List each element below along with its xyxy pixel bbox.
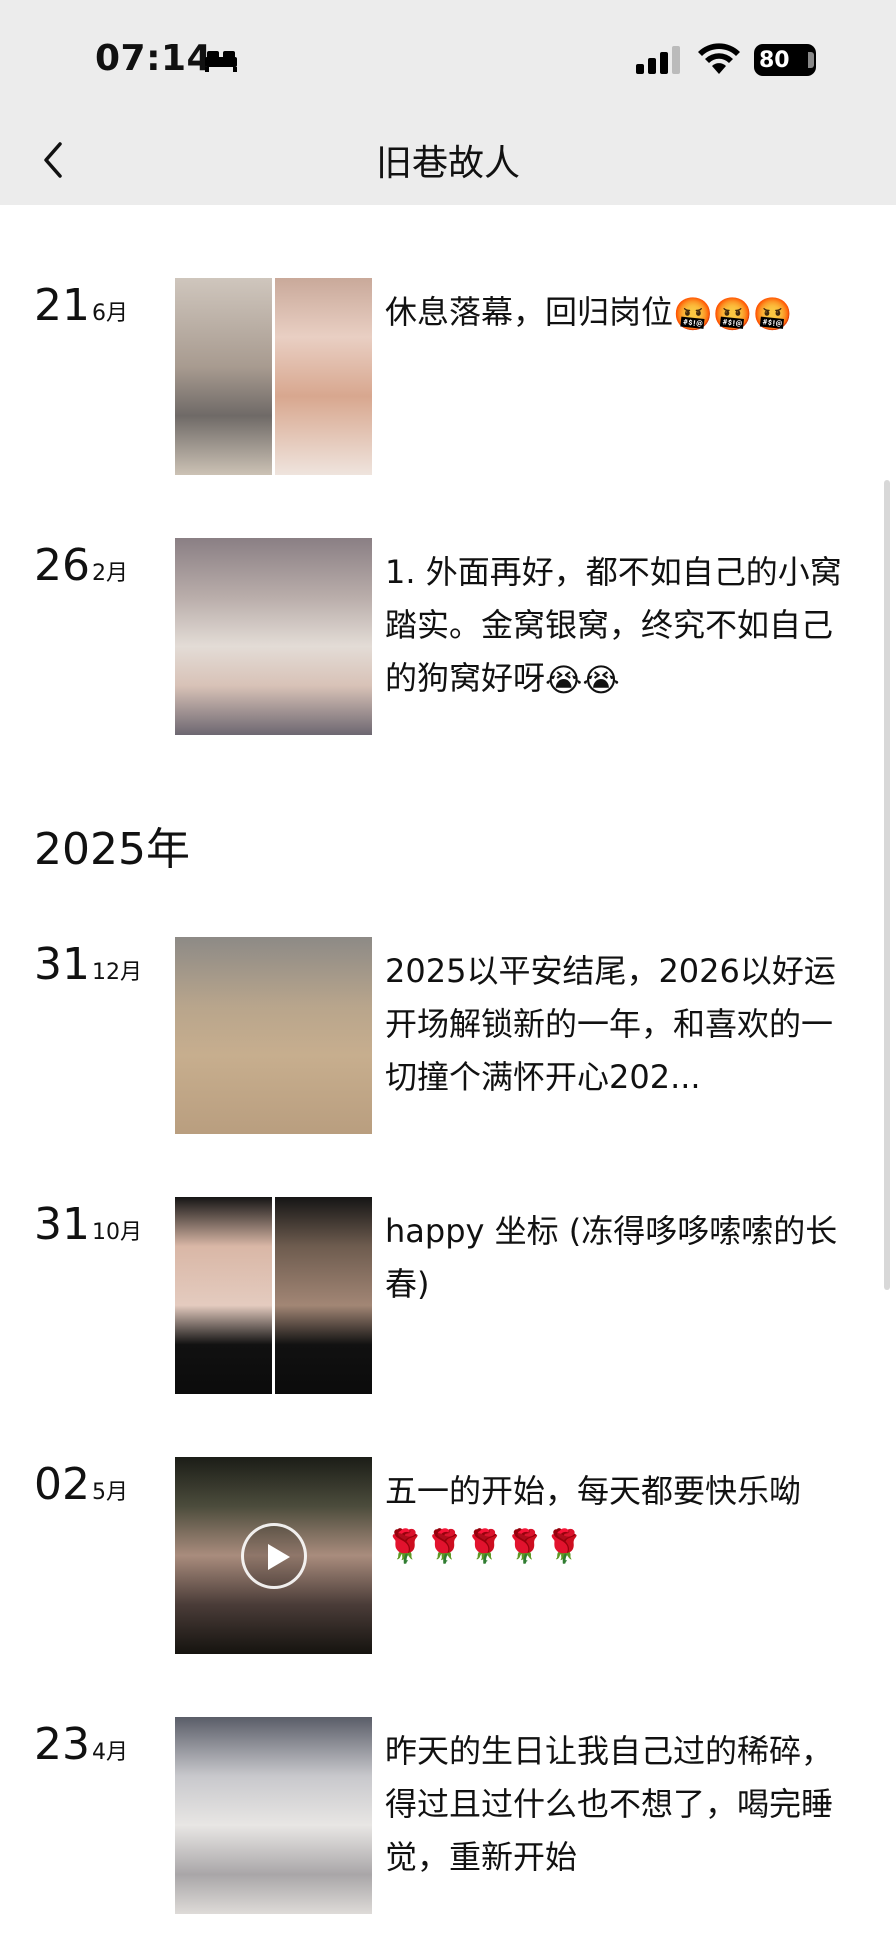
post-item[interactable]: 234月 昨天的生日让我自己过的稀碎，得过且过什么也不想了，喝完睡觉，重新开始 [0,1717,896,1917]
post-month: 12月 [92,960,142,985]
battery-level: 80 [759,47,790,73]
post-day: 31 [34,1199,90,1250]
post-day: 26 [34,540,90,591]
play-icon[interactable] [241,1523,307,1589]
status-time: 07:14 [95,38,213,79]
signal-icon [636,46,680,74]
post-text-content: 昨天的生日让我自己过的稀碎，得过且过什么也不想了，喝完睡觉，重新开始 [385,1732,834,1876]
post-month: 10月 [92,1220,142,1245]
post-text-content: happy 坐标 (冻得哆哆嗦嗦的长春) [385,1212,838,1303]
post-item[interactable]: 025月 五一的开始，每天都要快乐呦 🌹🌹🌹🌹🌹 [0,1457,896,1657]
post-month: 4月 [92,1740,128,1765]
post-text: 昨天的生日让我自己过的稀碎，得过且过什么也不想了，喝完睡觉，重新开始 [385,1725,845,1884]
post-date: 262月 [34,540,128,591]
post-date: 3112月 [34,939,142,990]
battery-tip [808,52,814,68]
post-text: 1. 外面再好，都不如自己的小窝踏实。金窝银窝，终究不如自己的狗窝好呀😭😭 [385,546,845,707]
post-item[interactable]: 262月 1. 外面再好，都不如自己的小窝踏实。金窝银窝，终究不如自己的狗窝好呀… [0,538,896,738]
post-thumbnail[interactable] [175,937,372,1134]
post-date: 025月 [34,1459,128,1510]
post-thumbnail[interactable] [175,1717,372,1914]
page-title: 旧巷故人 [375,143,520,184]
emoji-group: 😭😭 [545,660,620,699]
year-heading: 2025年 [34,824,190,875]
emoji-group: 🤬🤬🤬 [673,294,793,333]
post-date: 3110月 [34,1199,142,1250]
post-text: 休息落幕，回归岗位🤬🤬🤬 [385,286,845,341]
top-bar: 07:14 80 旧巷故人 [0,0,896,205]
post-item[interactable]: 216月 休息落幕，回归岗位🤬🤬🤬 [0,278,896,478]
post-text-content: 五一的开始，每天都要快乐呦 [385,1472,802,1510]
post-day: 23 [34,1719,90,1770]
battery-icon: 80 [754,44,816,76]
bed-icon [205,51,237,72]
post-day: 31 [34,939,90,990]
post-day: 02 [34,1459,90,1510]
wifi-icon [698,43,740,74]
post-text-content: 休息落幕，回归岗位 [385,293,674,331]
post-item[interactable]: 3112月 2025以平安结尾，2026以好运开场解锁新的一年，和喜欢的一切撞个… [0,937,896,1137]
post-text: 2025以平安结尾，2026以好运开场解锁新的一年，和喜欢的一切撞个满怀开心20… [385,945,845,1104]
post-thumbnail[interactable] [175,1457,372,1654]
post-thumbnail[interactable] [175,538,372,735]
post-day: 21 [34,280,90,331]
post-month: 5月 [92,1480,128,1505]
post-thumbnail[interactable] [175,278,372,475]
post-date: 216月 [34,280,128,331]
post-item[interactable]: 3110月 happy 坐标 (冻得哆哆嗦嗦的长春) [0,1197,896,1397]
post-text: 五一的开始，每天都要快乐呦 🌹🌹🌹🌹🌹 [385,1465,845,1573]
post-date: 234月 [34,1719,128,1770]
post-text-content: 2025以平安结尾，2026以好运开场解锁新的一年，和喜欢的一切撞个满怀开心20… [385,952,836,1096]
post-month: 6月 [92,301,128,326]
post-thumbnail[interactable] [175,1197,372,1394]
post-text: happy 坐标 (冻得哆哆嗦嗦的长春) [385,1205,845,1311]
emoji-group: 🌹🌹🌹🌹🌹 [385,1526,585,1565]
post-month: 2月 [92,561,128,586]
